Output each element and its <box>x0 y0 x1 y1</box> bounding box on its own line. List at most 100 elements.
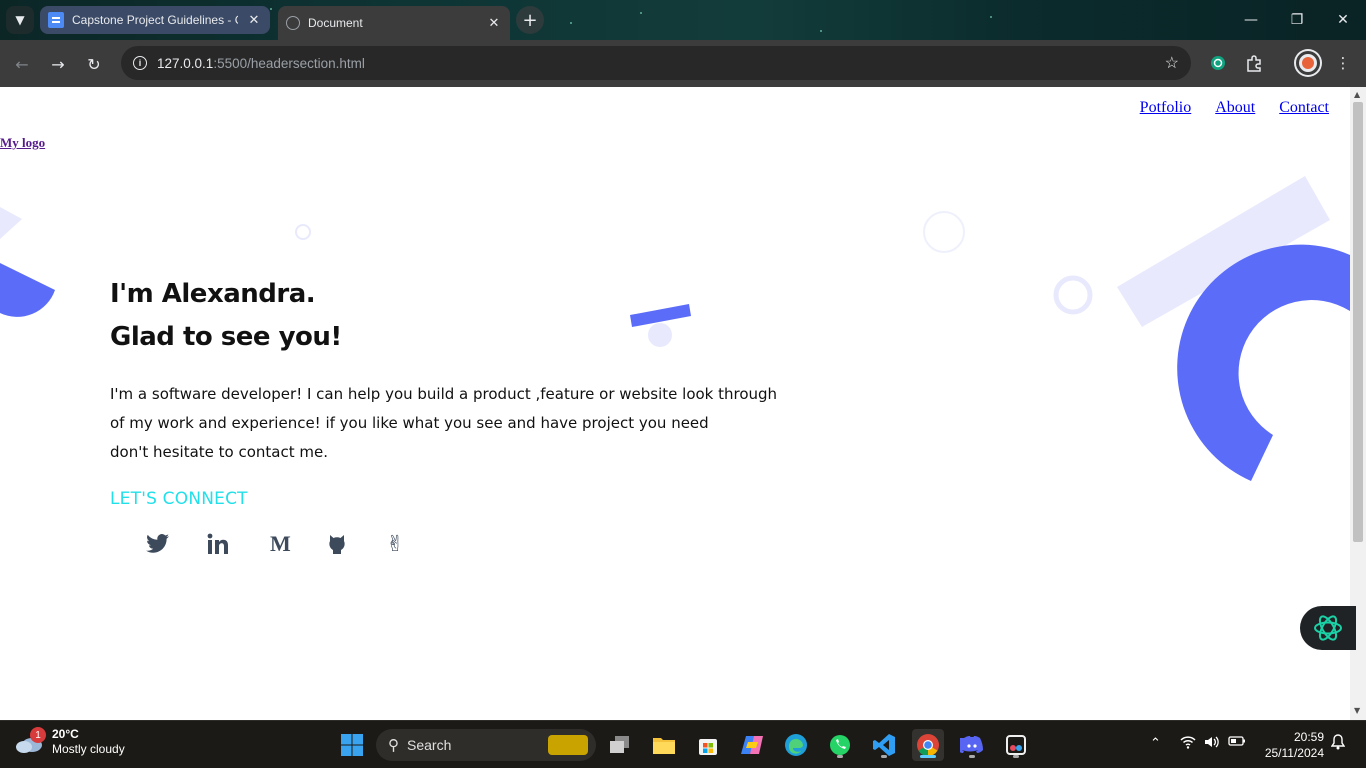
file-explorer-button[interactable] <box>648 729 680 761</box>
edge-button[interactable] <box>780 729 812 761</box>
scroll-up-icon[interactable]: ▲ <box>1354 90 1360 99</box>
whatsapp-icon <box>830 735 850 755</box>
social-links: M ✌ <box>146 529 446 559</box>
intro-paragraph: I'm a software developer! I can help you… <box>110 380 810 467</box>
battery-icon[interactable] <box>1228 735 1246 750</box>
taskbar-clock[interactable]: 20:59 25/11/2024 <box>1265 729 1324 761</box>
medium-icon: M <box>270 531 291 556</box>
light-dot-shape <box>648 323 672 347</box>
hero-heading: I'm Alexandra. Glad to see you! <box>110 273 342 359</box>
github-link[interactable] <box>326 529 386 559</box>
minimize-icon: — <box>1244 12 1258 28</box>
tab-search-button[interactable]: ▼ <box>6 6 34 34</box>
twitter-link[interactable] <box>146 529 206 559</box>
star-decoration <box>820 30 822 32</box>
windows-logo-icon <box>341 734 363 756</box>
running-indicator <box>881 755 887 758</box>
new-tab-button[interactable]: + <box>516 6 544 34</box>
task-view-icon <box>610 736 629 753</box>
lavender-ring-shape <box>1053 275 1093 315</box>
address-bar[interactable]: i 127.0.0.1:5500/headersection.html ☆ <box>121 46 1191 80</box>
forward-button[interactable]: → <box>44 50 72 78</box>
copilot-button[interactable] <box>736 729 768 761</box>
vscode-button[interactable] <box>868 729 900 761</box>
bookmark-star-icon[interactable]: ☆ <box>1165 53 1179 73</box>
search-highlight-icon <box>548 735 588 755</box>
logo-link[interactable]: My logo <box>0 135 45 151</box>
nav-link-about[interactable]: About <box>1215 99 1255 117</box>
globe-icon <box>286 16 300 30</box>
snipping-tool-icon <box>1006 735 1026 755</box>
hero-heading-line2: Glad to see you! <box>110 322 342 352</box>
restore-button[interactable]: ❐ <box>1274 0 1320 40</box>
store-icon <box>699 739 717 755</box>
store-button[interactable] <box>692 729 724 761</box>
chatgpt-icon <box>1314 615 1342 641</box>
extensions-puzzle-icon[interactable] <box>1243 52 1265 74</box>
tab-title: Document <box>308 16 363 30</box>
plus-icon: + <box>522 9 538 31</box>
url-host: 127.0.0.1 <box>157 55 214 71</box>
volume-icon[interactable] <box>1204 735 1220 752</box>
small-ring-shape <box>295 224 311 240</box>
scrollbar-thumb[interactable] <box>1353 102 1363 542</box>
start-button[interactable] <box>336 729 368 761</box>
blue-wedge-shape <box>0 263 55 317</box>
nav-link-contact[interactable]: Contact <box>1279 99 1329 117</box>
weather-temperature: 20°C <box>52 727 79 741</box>
medium-link[interactable]: M <box>266 529 326 559</box>
wifi-icon[interactable] <box>1180 735 1196 752</box>
taskbar-search[interactable]: ⚲ Search <box>376 729 596 761</box>
linkedin-link[interactable] <box>206 529 266 559</box>
browser-toolbar: ← → ↻ i 127.0.0.1:5500/headersection.htm… <box>0 40 1366 87</box>
intro-line: don't hesitate to contact me. <box>110 443 328 461</box>
show-hidden-icons[interactable]: ⌃ <box>1150 735 1161 751</box>
running-indicator <box>969 755 975 758</box>
web-page: Potfolio About Contact My logo I'm Alexa… <box>0 87 1350 720</box>
windows-taskbar: 20°C Mostly cloudy 1 ⚲ Search ⌃ 20:59 25… <box>0 720 1366 768</box>
notification-bell-icon[interactable] <box>1330 734 1346 753</box>
running-indicator <box>920 755 936 758</box>
browser-title-bar: ▼ Capstone Project Guidelines - G ✕ Docu… <box>0 0 1366 40</box>
close-icon: ✕ <box>1337 12 1349 28</box>
snipping-tool-button[interactable] <box>1000 729 1032 761</box>
scroll-down-icon[interactable]: ▼ <box>1354 706 1360 715</box>
minimize-button[interactable]: — <box>1228 0 1274 40</box>
angellist-icon: ✌ <box>386 531 405 557</box>
tab-capstone[interactable]: Capstone Project Guidelines - G ✕ <box>40 6 270 34</box>
clock-date: 25/11/2024 <box>1264 746 1324 760</box>
close-icon[interactable]: ✕ <box>486 15 502 31</box>
outline-ring-shape <box>923 211 965 253</box>
arrow-right-icon: → <box>51 54 65 74</box>
info-icon[interactable]: i <box>133 56 147 70</box>
nav-link-portfolio[interactable]: Potfolio <box>1140 99 1192 117</box>
kebab-menu-icon[interactable]: ⋮ <box>1332 52 1354 74</box>
discord-button[interactable] <box>956 729 988 761</box>
whatsapp-button[interactable] <box>824 729 856 761</box>
intro-line: I'm a software developer! I can help you… <box>110 385 778 403</box>
close-icon[interactable]: ✕ <box>246 12 262 28</box>
chatgpt-floating-button[interactable] <box>1300 606 1356 650</box>
reload-button[interactable]: ↻ <box>80 50 108 78</box>
chatgpt-extension-icon[interactable] <box>1207 52 1229 74</box>
back-button[interactable]: ← <box>8 50 36 78</box>
twitter-icon <box>146 534 169 553</box>
chevron-down-icon: ▼ <box>15 13 25 27</box>
chrome-button[interactable] <box>912 729 944 761</box>
angellist-link[interactable]: ✌ <box>386 529 446 559</box>
discord-icon <box>960 736 983 753</box>
connect-heading: LET'S CONNECT <box>110 489 248 509</box>
reload-icon: ↻ <box>87 54 101 74</box>
tab-document[interactable]: Document ✕ <box>278 6 510 40</box>
clock-time: 20:59 <box>1293 730 1324 744</box>
profile-avatar[interactable] <box>1296 51 1320 75</box>
search-placeholder: Search <box>407 737 452 753</box>
star-decoration <box>270 8 272 10</box>
close-window-button[interactable]: ✕ <box>1320 0 1366 40</box>
light-triangle-shape <box>0 207 22 239</box>
task-view-button[interactable] <box>604 729 636 761</box>
tab-title: Capstone Project Guidelines - G <box>72 13 238 27</box>
url-path: :5500/headersection.html <box>213 55 365 71</box>
search-icon: ⚲ <box>388 737 399 754</box>
copilot-icon <box>741 736 763 754</box>
